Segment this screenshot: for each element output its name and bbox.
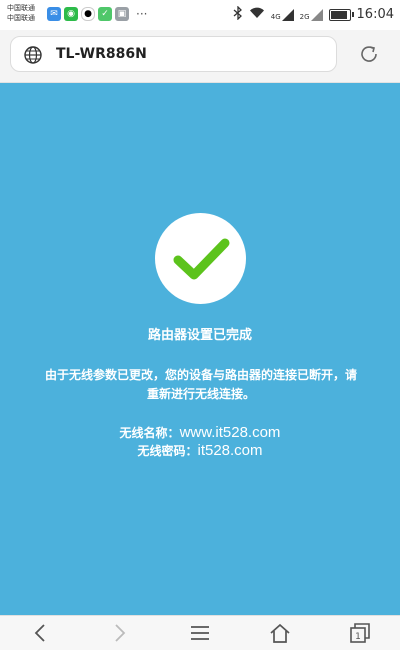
svg-text:1: 1 [355, 632, 361, 642]
carrier-label-2: 中国联通 [7, 14, 35, 22]
completion-title: 路由器设置已完成 [147, 328, 252, 343]
battery-fill [330, 10, 347, 19]
checkmark-icon [173, 238, 230, 280]
signal-2: 2G [299, 8, 323, 21]
gallery-icon: ▣ [115, 7, 129, 21]
network-type-1: 4G [270, 12, 281, 21]
menu-button[interactable] [180, 616, 220, 650]
success-badge [155, 213, 246, 304]
home-button[interactable] [260, 616, 300, 650]
tabs-icon: 1 [350, 623, 370, 643]
message-icon: ✓ [98, 7, 112, 21]
password-label: 无线密码： [137, 444, 198, 458]
network-type-2: 2G [299, 12, 310, 21]
bluetooth-icon [233, 5, 243, 23]
notification-app-icon: ✉ [47, 7, 61, 21]
menu-icon [191, 626, 209, 640]
ssid-row: 无线名称：www.it528.com [0, 424, 400, 441]
password-value: it528.com [197, 442, 263, 459]
url-text: TL-WR886N [56, 46, 147, 62]
forward-arrow-icon [115, 624, 126, 642]
carrier-info: 中国联通 中国联通 [7, 3, 35, 23]
signal-1: 4G [270, 8, 294, 21]
qq-icon: ● [81, 7, 95, 21]
wechat-icon: ◉ [64, 7, 78, 21]
forward-button[interactable] [100, 616, 140, 650]
password-row: 无线密码：it528.com [0, 442, 400, 459]
status-bar: 中国联通 中国联通 ✉ ◉ ● ✓ ▣ ··· 4G 2G 16:04 [0, 0, 400, 30]
home-icon [270, 623, 290, 643]
back-button[interactable] [20, 616, 60, 650]
ssid-value: www.it528.com [179, 424, 281, 441]
refresh-icon[interactable] [358, 43, 380, 65]
carrier-label-1: 中国联通 [7, 4, 35, 12]
notification-icons: ✉ ◉ ● ✓ ▣ ··· [47, 7, 147, 21]
more-notifications-icon: ··· [136, 7, 148, 21]
clock: 16:04 [356, 7, 394, 22]
ssid-label: 无线名称： [119, 426, 180, 440]
battery-icon [328, 8, 354, 21]
address-bar[interactable]: TL-WR886N [10, 36, 337, 72]
signal-icon [310, 8, 323, 21]
signal-icon [281, 8, 294, 21]
browser-toolbar: TL-WR886N [0, 30, 400, 83]
back-arrow-icon [34, 624, 45, 642]
completion-message: 由于无线参数已更改，您的设备与路由器的连接已断开，请重新进行无线连接。 [45, 368, 358, 401]
status-right: 4G 2G 16:04 [233, 5, 394, 23]
globe-icon [24, 46, 42, 64]
tabs-button[interactable]: 1 [340, 616, 380, 650]
wifi-icon [249, 7, 265, 22]
browser-bottom-nav: 1 [0, 615, 400, 650]
